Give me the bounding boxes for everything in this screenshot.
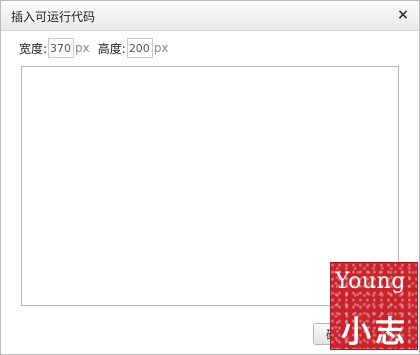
width-label: 宽度: <box>19 41 48 56</box>
watermark-stamp: Young 小志 <box>330 262 418 350</box>
dialog-title: 插入可运行代码 <box>11 10 96 24</box>
width-unit: px <box>75 41 90 55</box>
width-input[interactable] <box>48 38 75 58</box>
height-input[interactable] <box>126 38 153 58</box>
watermark-line1: Young <box>335 269 406 294</box>
size-settings: 宽度: px 高度: px <box>19 38 169 58</box>
close-icon[interactable]: × <box>396 8 410 22</box>
watermark-line2: 小志 <box>341 315 409 350</box>
height-label: 高度: <box>97 41 126 56</box>
height-unit: px <box>153 41 169 55</box>
dialog-titlebar[interactable]: 插入可运行代码 × <box>1 1 419 31</box>
